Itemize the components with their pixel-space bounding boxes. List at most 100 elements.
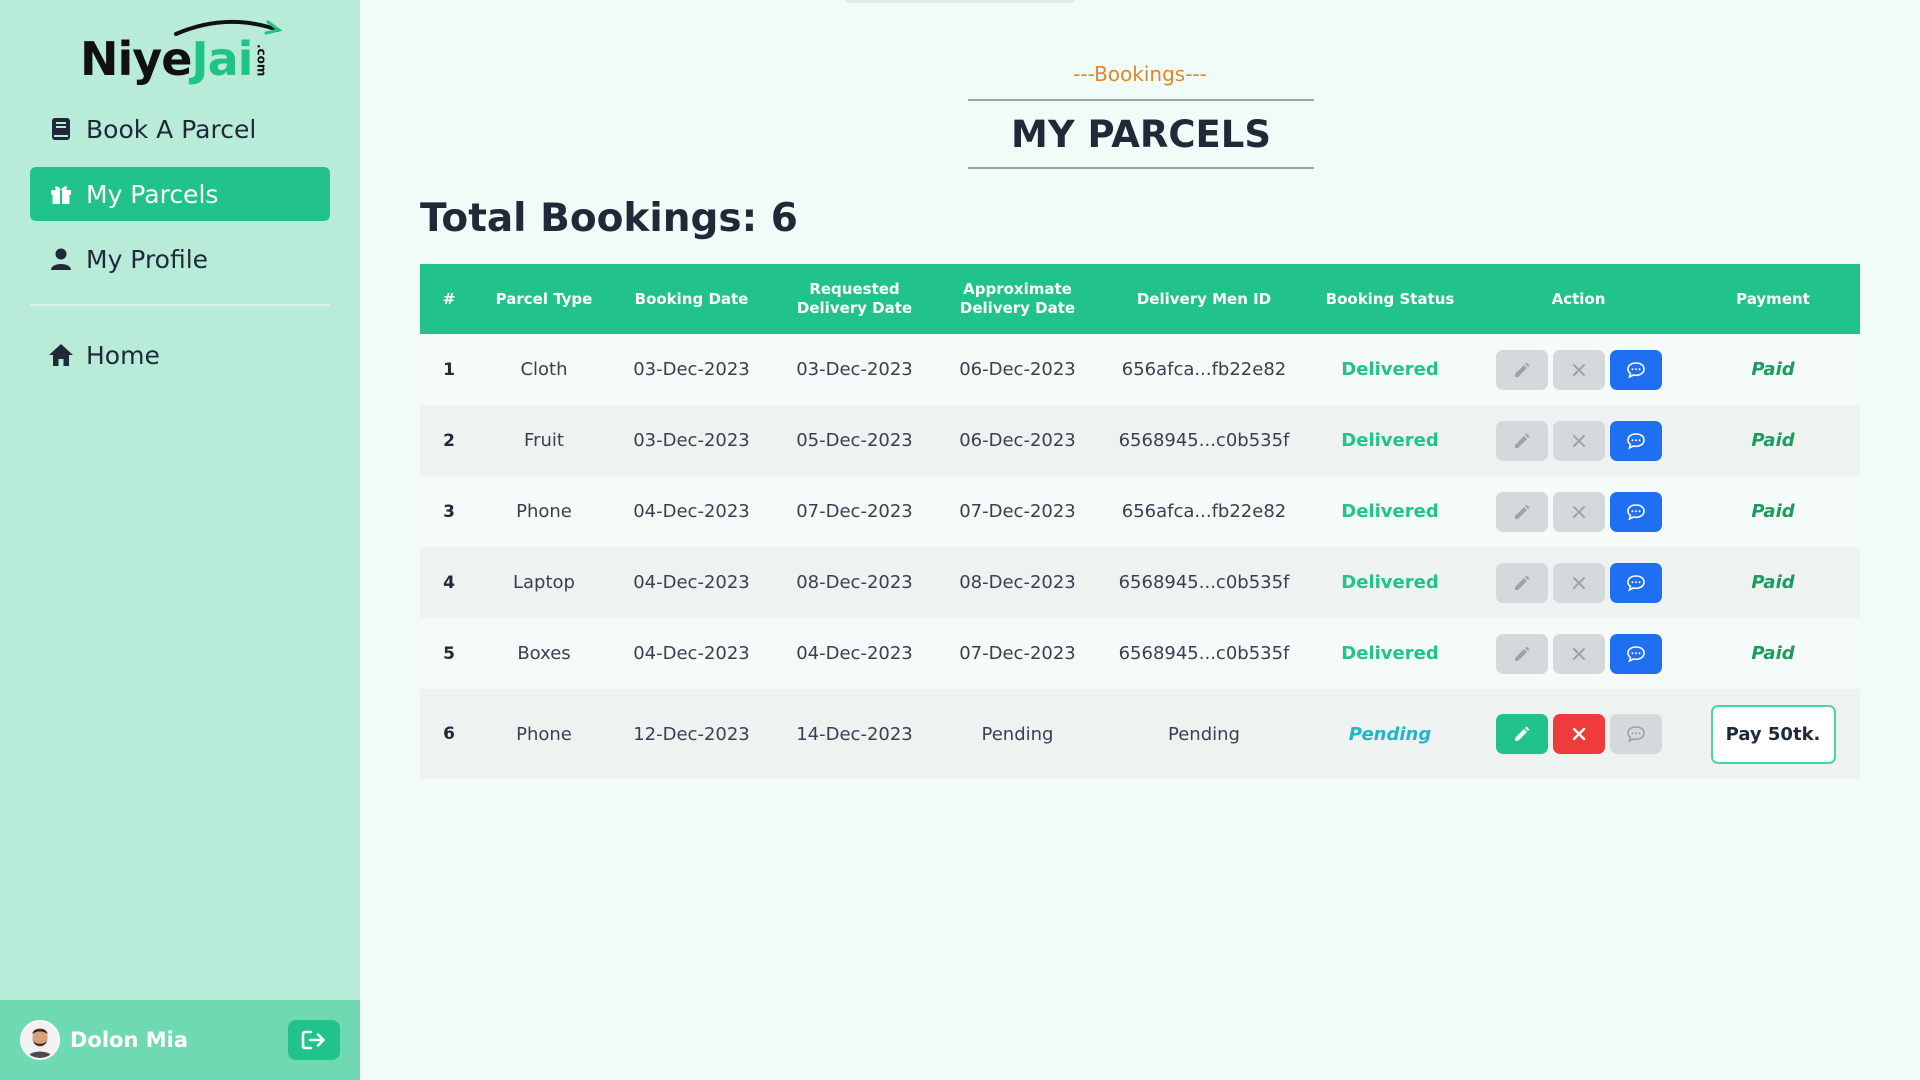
- cell-number: 4: [443, 572, 455, 593]
- sidebar-item-book-a-parcel[interactable]: Book A Parcel: [30, 102, 330, 156]
- cell-booking-status: Delivered: [1341, 643, 1439, 664]
- chat-bubble-icon: [1626, 361, 1645, 379]
- review-button[interactable]: [1609, 714, 1662, 754]
- brand-name: NiyeJai: [80, 32, 253, 86]
- sidebar: NiyeJai .com Book A Parcel My Parcels My…: [0, 0, 360, 1080]
- edit-button[interactable]: [1495, 633, 1548, 674]
- cell-delivery-men-id: Pending: [1168, 723, 1240, 745]
- cancel-button[interactable]: [1552, 633, 1605, 674]
- user-avatar-icon: [22, 1022, 58, 1058]
- cancel-button[interactable]: [1552, 714, 1605, 754]
- logout-button[interactable]: [288, 1020, 340, 1060]
- user-bar: Dolon Mia: [0, 1000, 360, 1080]
- col-header-parcel-type: Parcel Type: [495, 289, 593, 308]
- close-icon: [1572, 363, 1585, 376]
- cell-delivery-men-id: 6568945...c0b535f: [1118, 430, 1290, 451]
- review-button[interactable]: [1609, 491, 1662, 532]
- bookings-table: # Parcel Type Booking Date Requested Del…: [420, 264, 1860, 779]
- section-subheading: ---Bookings---: [1073, 62, 1207, 86]
- chat-bubble-icon: [1626, 726, 1645, 743]
- review-button[interactable]: [1609, 420, 1662, 461]
- edit-button[interactable]: [1495, 491, 1548, 532]
- cell-approx-date: 07-Dec-2023: [959, 643, 1076, 664]
- avatar[interactable]: [20, 1020, 60, 1060]
- main-content: ---Bookings--- MY PARCELS Total Bookings…: [360, 0, 1920, 1080]
- sidebar-item-my-parcels[interactable]: My Parcels: [30, 167, 330, 221]
- cell-delivery-men-id: 6568945...c0b535f: [1118, 643, 1290, 664]
- cancel-button[interactable]: [1552, 562, 1605, 603]
- close-icon: [1572, 576, 1585, 589]
- top-shadow: [845, 0, 1075, 3]
- table-row: 1 Cloth 03-Dec-2023 03-Dec-2023 06-Dec-2…: [420, 334, 1860, 405]
- col-header-delivery-men-id: Delivery Men ID: [1136, 289, 1272, 308]
- cell-payment: Paid: [1751, 501, 1795, 522]
- col-header-requested-date: Requested Delivery Date: [796, 280, 913, 317]
- review-button[interactable]: [1609, 633, 1662, 674]
- pencil-icon: [1514, 362, 1529, 377]
- table-row: 5 Boxes 04-Dec-2023 04-Dec-2023 07-Dec-2…: [420, 618, 1860, 689]
- cell-number: 5: [443, 643, 455, 664]
- table-row: 6 Phone 12-Dec-2023 14-Dec-2023 Pending …: [420, 689, 1860, 779]
- cell-delivery-men-id: 656afca...fb22e82: [1121, 501, 1287, 522]
- pencil-icon: [1514, 646, 1529, 661]
- edit-button[interactable]: [1495, 420, 1548, 461]
- cell-booking-date: 03-Dec-2023: [633, 430, 750, 451]
- cancel-button[interactable]: [1552, 349, 1605, 390]
- sidebar-item-home[interactable]: Home: [30, 328, 330, 382]
- cell-payment: Paid: [1751, 430, 1795, 451]
- cell-parcel-type: Boxes: [517, 643, 571, 664]
- user-icon: [48, 246, 74, 272]
- chat-bubble-icon: [1626, 574, 1645, 592]
- sidebar-item-my-profile[interactable]: My Profile: [30, 232, 330, 286]
- pay-button[interactable]: Pay 50tk.: [1710, 704, 1836, 764]
- edit-button[interactable]: [1495, 714, 1548, 754]
- brand-logo[interactable]: NiyeJai .com: [80, 12, 282, 86]
- cell-booking-status: Delivered: [1341, 572, 1439, 593]
- col-header-booking-date: Booking Date: [634, 289, 749, 308]
- cancel-button[interactable]: [1552, 491, 1605, 532]
- user-name: Dolon Mia: [70, 1028, 189, 1052]
- cell-approx-date: 07-Dec-2023: [959, 501, 1076, 522]
- home-icon: [48, 342, 74, 368]
- sidebar-item-label: My Profile: [86, 244, 209, 274]
- review-button[interactable]: [1609, 562, 1662, 603]
- gift-box-icon: [48, 181, 74, 207]
- col-header-payment: Payment: [1736, 289, 1810, 308]
- review-button[interactable]: [1609, 349, 1662, 390]
- cell-approx-date: 08-Dec-2023: [959, 572, 1076, 593]
- cell-booking-status: Delivered: [1341, 501, 1439, 522]
- col-header-booking-status: Booking Status: [1325, 289, 1455, 308]
- cell-parcel-type: Fruit: [524, 430, 564, 451]
- cell-actions: [1471, 547, 1686, 618]
- cell-booking-date: 12-Dec-2023: [633, 723, 750, 745]
- cancel-button[interactable]: [1552, 420, 1605, 461]
- chat-bubble-icon: [1626, 503, 1645, 521]
- cell-actions: [1471, 334, 1686, 405]
- book-icon: [48, 116, 74, 142]
- logout-icon: [301, 1030, 325, 1050]
- cell-requested-date: 04-Dec-2023: [796, 643, 913, 664]
- sidebar-item-label: Book A Parcel: [86, 114, 257, 144]
- sidebar-item-label: My Parcels: [86, 179, 219, 209]
- cell-actions: [1471, 405, 1686, 476]
- cell-actions: [1471, 689, 1686, 779]
- cell-number: 1: [443, 359, 455, 380]
- sidebar-item-label: Home: [86, 340, 160, 370]
- cell-delivery-men-id: 6568945...c0b535f: [1118, 572, 1290, 593]
- pencil-icon: [1514, 726, 1529, 741]
- cell-booking-date: 04-Dec-2023: [633, 501, 750, 522]
- table-row: 3 Phone 04-Dec-2023 07-Dec-2023 07-Dec-2…: [420, 476, 1860, 547]
- edit-button[interactable]: [1495, 562, 1548, 603]
- sidebar-nav: Book A Parcel My Parcels My Profile Home: [30, 102, 330, 393]
- cell-booking-status: Delivered: [1341, 430, 1439, 451]
- logo-swoosh-icon: [174, 19, 282, 36]
- cell-booking-date: 03-Dec-2023: [633, 359, 750, 380]
- edit-button[interactable]: [1495, 349, 1548, 390]
- cell-parcel-type: Laptop: [513, 572, 575, 593]
- cell-actions: [1471, 476, 1686, 547]
- cell-requested-date: 05-Dec-2023: [796, 430, 913, 451]
- cell-approx-date: Pending: [981, 723, 1054, 745]
- cell-number: 6: [443, 724, 455, 744]
- page-title: MY PARCELS: [1011, 112, 1271, 156]
- total-bookings: Total Bookings: 6: [420, 196, 798, 241]
